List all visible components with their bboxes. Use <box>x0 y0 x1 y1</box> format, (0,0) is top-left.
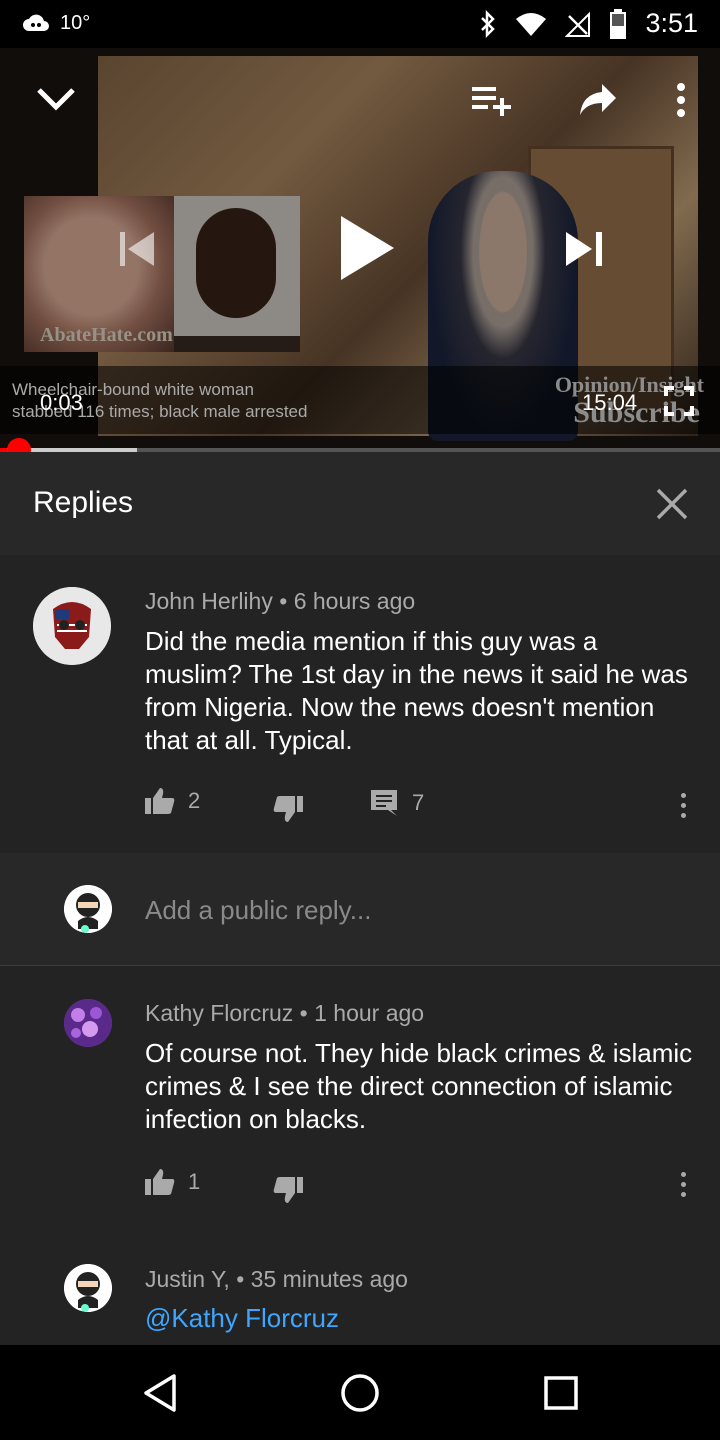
reply-count: 7 <box>412 790 425 815</box>
thumbs-up-icon <box>145 788 175 814</box>
home-icon[interactable] <box>340 1373 380 1413</box>
meta-separator: • <box>279 588 294 614</box>
avatar[interactable] <box>64 999 112 1047</box>
like-count: 1 <box>188 1169 201 1194</box>
like-button[interactable]: 1 <box>144 1168 200 1196</box>
video-player[interactable]: AbateHate.com Wheelchair-bound white wom… <box>0 48 720 452</box>
reply-input-placeholder[interactable]: Add a public reply... <box>145 895 371 926</box>
author-name[interactable]: John Herlihy <box>145 588 273 614</box>
author-name[interactable]: Justin Y, <box>145 1266 230 1292</box>
comment-bubble-icon <box>371 790 397 816</box>
thumbs-down-icon[interactable] <box>272 795 304 823</box>
thumbs-up-icon <box>145 1169 175 1195</box>
share-arrow-icon[interactable] <box>578 82 618 118</box>
skull-flag-icon <box>33 587 111 665</box>
parent-comment: John Herlihy • 6 hours ago Did the media… <box>0 555 720 853</box>
next-video-icon[interactable] <box>564 230 604 268</box>
replies-header: Replies <box>0 452 720 555</box>
close-icon[interactable] <box>650 482 694 526</box>
clock: 3:51 <box>645 8 698 38</box>
replies-title: Replies <box>33 486 134 519</box>
wifi-icon <box>516 12 547 36</box>
meta-separator: • <box>299 1000 315 1026</box>
comment-text: @Kathy Florcruz <box>145 1302 695 1335</box>
replies-panel[interactable]: John Herlihy • 6 hours ago Did the media… <box>0 555 720 1345</box>
author-name[interactable]: Kathy Florcruz <box>145 1000 293 1026</box>
current-time: 0:03 <box>40 390 83 415</box>
no-signal-icon <box>565 11 591 37</box>
recents-icon[interactable] <box>543 1375 579 1411</box>
back-icon[interactable] <box>142 1373 178 1413</box>
previous-video-icon[interactable] <box>118 230 156 268</box>
avatar[interactable] <box>33 587 111 665</box>
flowers-avatar-icon <box>64 999 112 1047</box>
comment-more-icon[interactable] <box>681 793 687 823</box>
comment-text: Of course not. They hide black crimes & … <box>145 1038 693 1134</box>
mention-link[interactable]: @Kathy Florcruz <box>145 1303 339 1333</box>
fullscreen-icon[interactable] <box>664 386 694 416</box>
bluetooth-icon <box>481 9 496 38</box>
comment-more-icon[interactable] <box>681 1172 687 1202</box>
reply-comment: Kathy Florcruz • 1 hour ago Of course no… <box>0 966 720 1246</box>
add-to-playlist-icon[interactable] <box>470 84 514 118</box>
comment-age: 1 hour ago <box>314 1000 425 1026</box>
comment-age: 6 hours ago <box>293 588 416 614</box>
play-icon[interactable] <box>338 214 396 282</box>
like-button[interactable]: 2 <box>144 787 200 815</box>
comment-meta: Justin Y, • 35 minutes ago <box>145 1266 408 1293</box>
temperature-label: 10° <box>60 12 91 34</box>
comment-meta: John Herlihy • 6 hours ago <box>145 588 415 615</box>
ninja-avatar-icon <box>64 885 112 933</box>
more-options-icon[interactable] <box>676 82 686 118</box>
weather-cloud-icon <box>23 14 49 31</box>
comment-age: 35 minutes ago <box>250 1266 408 1292</box>
view-replies-button[interactable]: 7 <box>370 789 424 817</box>
like-count: 2 <box>188 788 201 813</box>
meta-separator: • <box>236 1266 251 1292</box>
reply-comment: Justin Y, • 35 minutes ago @Kathy Florcr… <box>0 1246 720 1345</box>
status-bar: 10° 3:51 <box>0 0 720 48</box>
my-avatar <box>64 885 112 933</box>
battery-icon <box>610 8 627 39</box>
reply-input-row[interactable]: Add a public reply... <box>0 853 720 966</box>
comment-meta: Kathy Florcruz • 1 hour ago <box>145 1000 424 1027</box>
ninja-avatar-icon <box>64 1264 112 1312</box>
system-nav-bar <box>0 1345 720 1440</box>
duration: 15:04 <box>582 390 638 415</box>
minimize-chevron-icon[interactable] <box>36 86 76 112</box>
avatar[interactable] <box>64 1264 112 1312</box>
thumbs-down-icon[interactable] <box>272 1176 304 1204</box>
comment-text: Did the media mention if this guy was a … <box>145 626 688 755</box>
